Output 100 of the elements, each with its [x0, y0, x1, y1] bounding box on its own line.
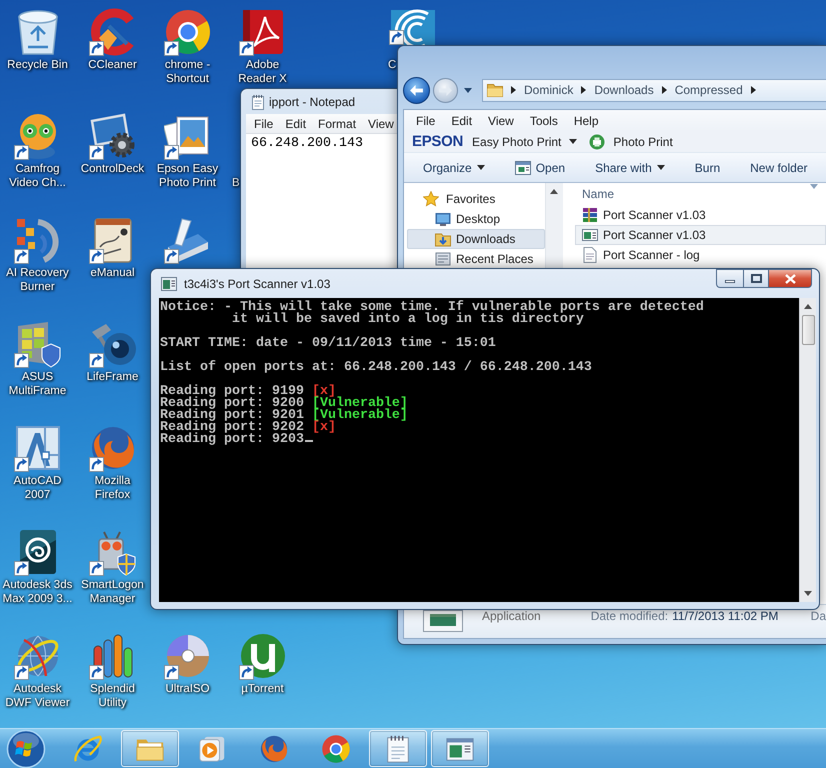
minimize-button[interactable]	[716, 269, 743, 288]
desktop-icon-label[interactable]: B	[232, 176, 240, 190]
close-button[interactable]	[769, 269, 812, 288]
command-button[interactable]: New folder	[741, 156, 816, 178]
taskbar-button[interactable]	[121, 730, 179, 767]
port-status: [Vulnerable]	[312, 410, 408, 422]
list-item[interactable]: Port Scanner v1.03	[575, 205, 826, 225]
desktop-icon-label[interactable]: chrome - Shortcut	[152, 58, 224, 86]
caret-icon	[476, 165, 485, 170]
window-title: ipport - Notepad	[269, 94, 356, 108]
scroll-up-arrow-icon[interactable]	[550, 189, 558, 194]
desktop-icon-label[interactable]: Mozilla Firefox	[76, 474, 148, 502]
chevron-right-icon[interactable]	[511, 86, 516, 94]
menu-item[interactable]: File	[408, 114, 444, 128]
window-title: t3c4i3's Port Scanner v1.03	[184, 276, 330, 290]
scroll-down-arrow-icon[interactable]	[804, 591, 812, 596]
taskbar-button[interactable]	[431, 730, 489, 767]
desktop-icon-label[interactable]: eManual	[90, 266, 135, 280]
desktop-icon-label[interactable]: ControlDeck	[80, 162, 144, 176]
program-window-icon	[514, 160, 531, 176]
caret-icon	[569, 139, 578, 144]
menu-item[interactable]: Edit	[285, 116, 306, 130]
desktop-icon-label[interactable]: Epson Easy Photo Print	[152, 162, 224, 190]
desktop-icon-label[interactable]: AutoCAD 2007	[2, 474, 74, 502]
scrollbar[interactable]	[545, 183, 562, 271]
console-line: Reading port: 9199	[160, 386, 304, 398]
command-button[interactable]: Burn	[686, 156, 730, 178]
desktop-icon-label[interactable]: CCleaner	[88, 58, 137, 72]
maximize-button[interactable]	[743, 269, 769, 288]
desktop-icon-label[interactable]: Recycle Bin	[7, 58, 68, 72]
book-stack-icon	[582, 207, 598, 223]
menu-item[interactable]: View	[368, 116, 394, 130]
start-button[interactable]	[4, 728, 48, 768]
folder-icon	[487, 82, 503, 98]
scrollbar-thumb[interactable]	[802, 315, 814, 345]
scroll-up-arrow-icon[interactable]	[804, 304, 812, 309]
left-arrow-icon	[410, 84, 423, 96]
desktop-icon-label[interactable]: LifeFrame	[86, 370, 138, 384]
command-button[interactable]: Open	[506, 156, 574, 180]
console-line: Reading port: 9200	[160, 398, 304, 410]
toolbar-button[interactable]: Photo Print	[586, 132, 676, 152]
console-window-icon	[161, 276, 177, 290]
fox-globe-icon	[259, 734, 289, 764]
nav-item[interactable]: Recent Places	[407, 249, 545, 269]
console-line: START TIME: date - 09/11/2013 time - 15:01	[160, 338, 497, 350]
nav-item[interactable]: Favorites	[407, 189, 545, 209]
text-area[interactable]: 66.248.200.143	[246, 134, 397, 268]
nav-item[interactable]: Downloads	[407, 229, 545, 249]
minimize-icon	[725, 280, 735, 283]
circle-logo-icon[interactable]	[164, 8, 212, 56]
printer-icon	[589, 134, 606, 150]
monitor-gear-icon[interactable]	[88, 112, 136, 160]
menu-item[interactable]: View	[480, 114, 522, 128]
drafting-tile-icon[interactable]	[14, 424, 62, 472]
list-item[interactable]: Port Scanner v1.03	[575, 225, 826, 245]
file-type: Application	[482, 608, 541, 624]
sort-arrow-icon[interactable]	[810, 184, 818, 189]
chevron-right-icon[interactable]	[662, 86, 667, 94]
menu-item[interactable]: Edit	[443, 114, 480, 128]
circle-logo-icon	[321, 734, 351, 764]
notepad-icon	[252, 94, 264, 110]
breadcrumb[interactable]: Compressed	[674, 83, 743, 97]
column-header[interactable]: Name	[582, 187, 614, 201]
round-logo-icon[interactable]	[238, 632, 286, 680]
desktop-icon-label[interactable]: AI Recovery Burner	[2, 266, 74, 294]
breadcrumb[interactable]: Dominick	[524, 83, 574, 97]
star-icon	[423, 191, 439, 207]
command-button[interactable]: Share with	[586, 156, 674, 178]
port-status: [x]	[312, 386, 336, 398]
list-item[interactable]: Port Scanner - log	[575, 245, 826, 265]
port-status: [Vulnerable]	[312, 398, 408, 410]
console-line: Reading port: 9201	[160, 410, 304, 422]
file-thumbnail-icon	[423, 610, 463, 632]
chevron-right-icon[interactable]	[750, 86, 756, 94]
start-orb-icon	[6, 728, 46, 768]
back-button[interactable]	[403, 76, 430, 104]
chevron-right-icon[interactable]	[581, 86, 586, 94]
date-label: Date modified:	[590, 608, 668, 624]
menu-item[interactable]: Format	[318, 116, 356, 130]
scrollbar[interactable]	[799, 298, 816, 602]
cursor-icon	[304, 440, 313, 442]
dropdown-button[interactable]: Easy Photo Print	[469, 132, 580, 152]
date-value: 11/7/2013 11:02 PM	[672, 608, 778, 624]
command-button[interactable]: Organize	[414, 156, 494, 178]
broom-arc-icon[interactable]	[88, 8, 136, 56]
console-line: Reading port: 9203	[160, 434, 304, 446]
dropdown-caret-icon[interactable]	[464, 88, 472, 92]
menu-item[interactable]: File	[254, 116, 274, 130]
maximize-icon	[750, 274, 762, 283]
document-icon	[582, 247, 598, 263]
nav-item[interactable]: Desktop	[407, 209, 545, 229]
address-bar[interactable]: Dominick Downloads Compressed	[482, 78, 826, 102]
desktop-icon-label[interactable]: Adobe Reader X	[226, 58, 298, 86]
desktop-icon-label[interactable]: C	[388, 58, 396, 72]
desktop-icon-label[interactable]: Camfrog Video Ch...	[2, 162, 74, 190]
desktop-icon-label[interactable]: ASUS MultiFrame	[2, 370, 74, 398]
menu-item[interactable]: Tools	[522, 114, 566, 128]
breadcrumb[interactable]: Downloads	[594, 83, 654, 97]
menu-item[interactable]: Help	[566, 114, 607, 128]
taskbar-button[interactable]	[369, 730, 427, 767]
